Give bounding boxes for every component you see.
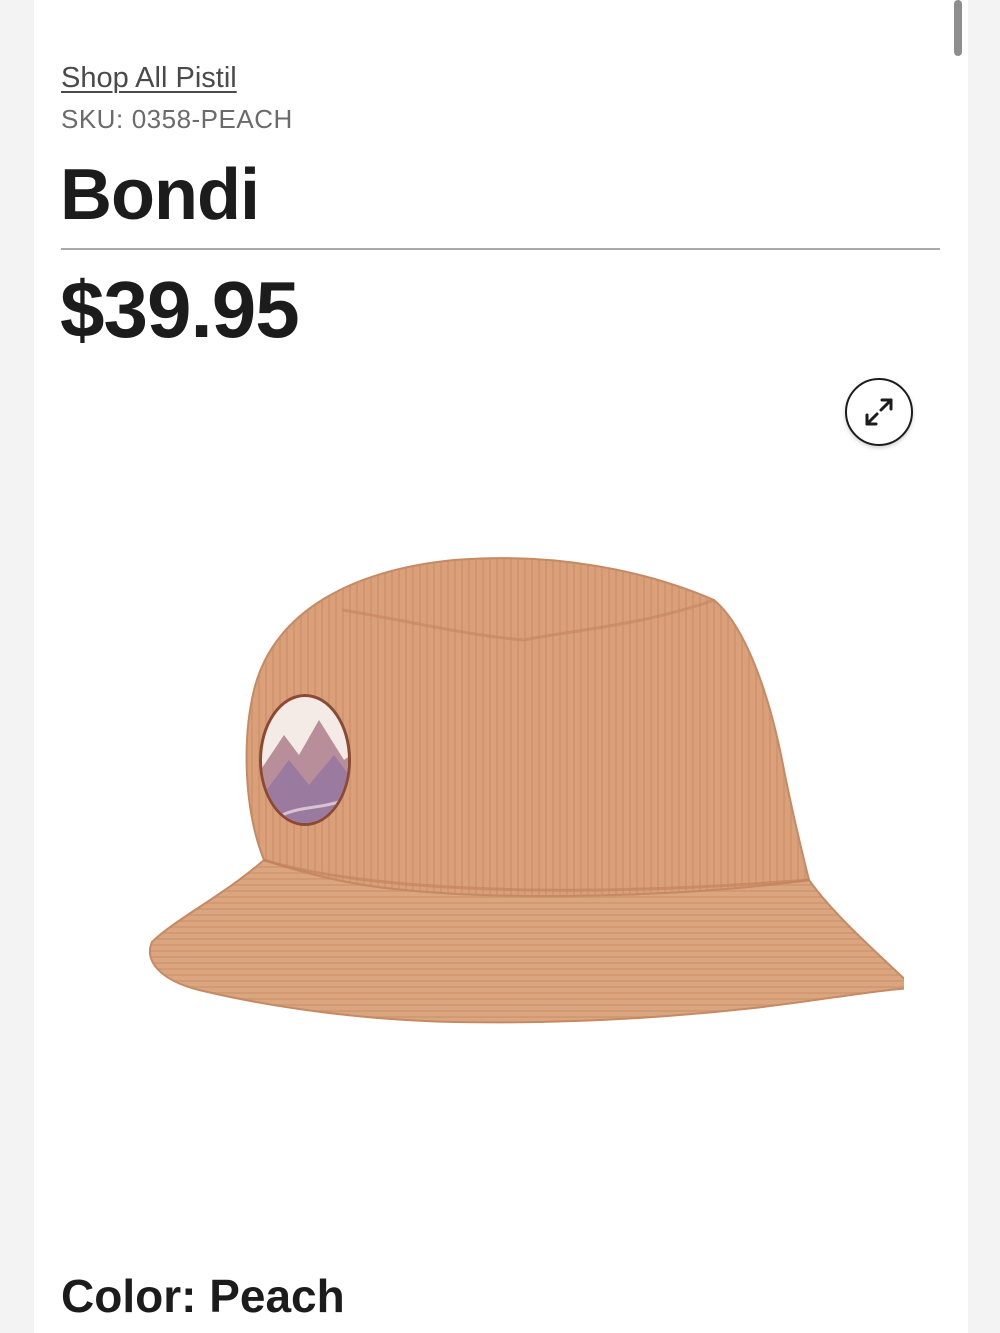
expand-arrows-icon (865, 398, 893, 426)
sku-label: SKU: (61, 104, 124, 134)
sku-value: 0358-PEACH (131, 104, 293, 134)
color-selection: Color: Peach (61, 1268, 345, 1324)
title-divider (61, 248, 940, 250)
product-price: $39.95 (60, 265, 300, 354)
expand-image-button[interactable] (845, 378, 913, 446)
product-image (148, 557, 904, 1024)
color-label: Color: (61, 1270, 197, 1322)
shop-all-link[interactable]: Shop All Pistil (61, 62, 237, 95)
page-scrollbar[interactable] (954, 0, 962, 56)
product-page: Shop All Pistil SKU: 0358-PEACH Bondi $39… (34, 0, 968, 1333)
sku-line: SKU: 0358-PEACH (61, 104, 293, 135)
product-title: Bondi (60, 155, 260, 235)
color-value: Peach (209, 1270, 345, 1322)
